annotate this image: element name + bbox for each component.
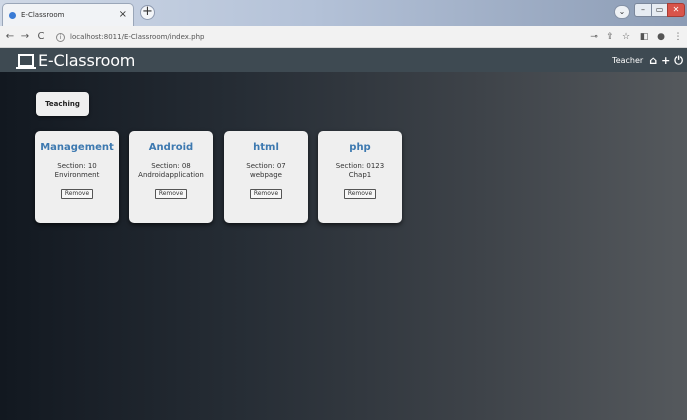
course-card[interactable]: Android Section: 08 Androidapplication R…: [129, 131, 213, 223]
course-description: Androidapplication: [138, 171, 204, 179]
course-card[interactable]: php Section: 0123 Chap1 Remove: [318, 131, 402, 223]
close-window-button[interactable]: ✕: [667, 3, 685, 17]
app-navbar: E-Classroom Teacher ⌂ + ⏻: [0, 48, 687, 72]
home-icon[interactable]: ⌂: [649, 55, 657, 66]
course-name[interactable]: php: [318, 142, 402, 153]
url-text: localhost:8011/E-Classroom/index.php: [70, 33, 205, 41]
key-icon[interactable]: ⊸: [588, 29, 600, 45]
page-content: E-Classroom Teacher ⌂ + ⏻ Teaching Manag…: [0, 48, 687, 420]
favicon-icon: [9, 11, 16, 19]
course-description: Chap1: [348, 171, 372, 179]
power-icon[interactable]: ⏻: [674, 55, 683, 66]
bookmark-star-icon[interactable]: ☆: [620, 29, 632, 45]
remove-button[interactable]: Remove: [60, 189, 94, 199]
course-card[interactable]: Management Section: 10 Environment Remov…: [35, 131, 119, 223]
course-description: webpage: [250, 171, 282, 179]
user-role-label: Teacher: [612, 55, 644, 65]
minimize-button[interactable]: –: [634, 3, 652, 17]
tab-title: E-Classroom: [21, 11, 65, 19]
profile-chevron-icon[interactable]: ⌄: [614, 5, 630, 19]
tab-close-icon[interactable]: ×: [119, 10, 127, 20]
course-section: Section: 0123: [335, 162, 385, 170]
remove-button[interactable]: Remove: [343, 189, 377, 199]
browser-tab[interactable]: E-Classroom ×: [2, 3, 134, 26]
laptop-icon: [16, 53, 36, 69]
course-name[interactable]: Management: [35, 142, 119, 153]
course-section: Section: 08: [151, 162, 191, 170]
teaching-button[interactable]: Teaching: [36, 92, 89, 116]
add-icon[interactable]: +: [661, 55, 670, 66]
browser-menu-icon[interactable]: ⋮: [672, 29, 684, 45]
navbar-actions: Teacher ⌂ + ⏻: [612, 48, 683, 72]
account-icon[interactable]: ●: [655, 29, 667, 45]
address-bar: ← → C i localhost:8011/E-Classroom/index…: [0, 26, 687, 48]
forward-icon[interactable]: →: [18, 29, 32, 45]
maximize-button[interactable]: ▭: [651, 3, 668, 17]
reload-icon[interactable]: C: [34, 29, 48, 45]
url-field[interactable]: i localhost:8011/E-Classroom/index.php: [56, 29, 576, 45]
side-panel-icon[interactable]: ◧: [638, 29, 650, 45]
course-section: Section: 10: [57, 162, 97, 170]
course-section: Section: 07: [246, 162, 286, 170]
course-card[interactable]: html Section: 07 webpage Remove: [224, 131, 308, 223]
back-icon[interactable]: ←: [3, 29, 17, 45]
new-tab-button[interactable]: +: [140, 5, 155, 20]
remove-button[interactable]: Remove: [154, 189, 188, 199]
course-description: Environment: [54, 171, 100, 179]
site-info-icon[interactable]: i: [56, 32, 65, 42]
course-name[interactable]: html: [224, 142, 308, 153]
course-name[interactable]: Android: [129, 142, 213, 153]
share-icon[interactable]: ⇪: [604, 29, 616, 45]
browser-tab-strip: E-Classroom × + ⌄ – ▭ ✕: [0, 0, 687, 26]
brand-title: E-Classroom: [38, 50, 136, 70]
brand[interactable]: E-Classroom: [16, 49, 136, 71]
remove-button[interactable]: Remove: [249, 189, 283, 199]
